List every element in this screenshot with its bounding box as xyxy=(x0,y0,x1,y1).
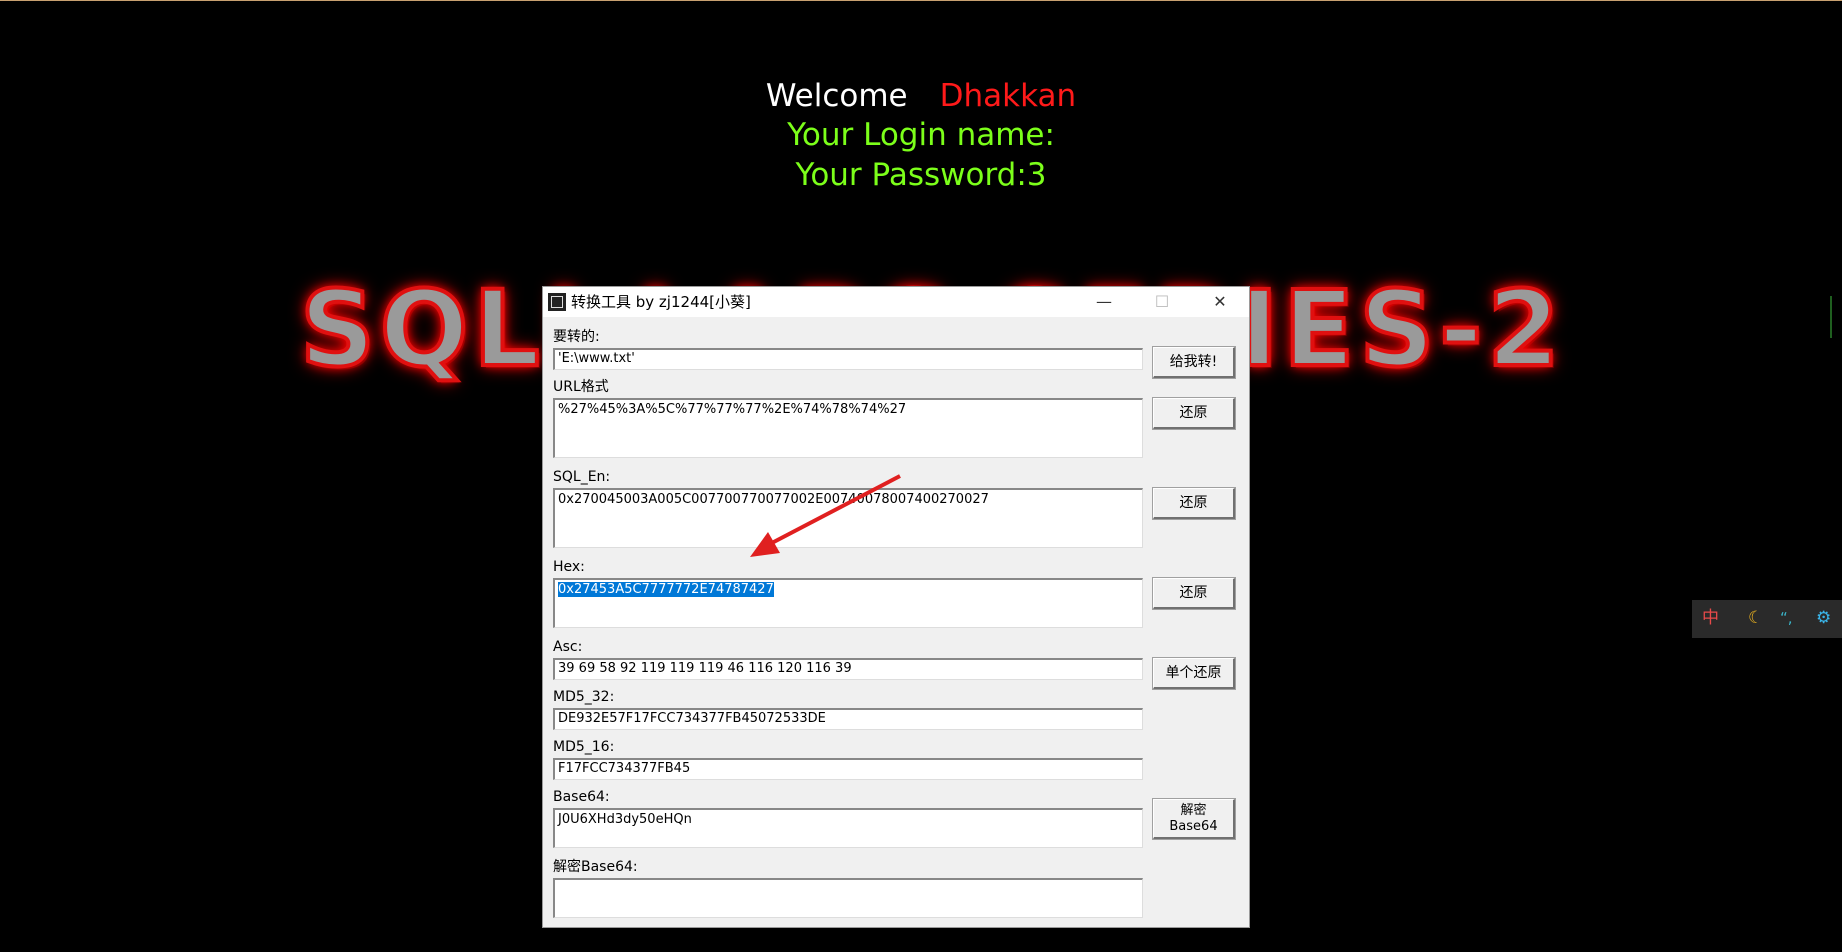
md5-32-label: MD5_32: xyxy=(553,689,615,705)
hex-field[interactable]: 0x27453A5C7777772E74787427 xyxy=(553,578,1143,628)
asc-field[interactable]: 39 69 58 92 119 119 119 46 116 120 116 3… xyxy=(553,658,1143,680)
gear-icon[interactable]: ⚙ xyxy=(1816,607,1831,629)
decoded-base64-field[interactable] xyxy=(553,878,1143,918)
top-border xyxy=(0,0,1842,1)
asc-label: Asc: xyxy=(553,639,583,655)
md5-32-field[interactable]: DE932E57F17FCC734377FB45072533DE xyxy=(553,708,1143,730)
welcome-username: Dhakkan xyxy=(939,78,1077,114)
convert-button[interactable]: 给我转! xyxy=(1152,346,1236,379)
decoded-base64-label: 解密Base64: xyxy=(553,859,638,875)
url-restore-button[interactable]: 还原 xyxy=(1152,397,1236,430)
password-line: Your Password:3 xyxy=(795,157,1047,193)
decode-label-line2: Base64 xyxy=(1169,819,1218,834)
input-field[interactable]: 'E:\www.txt' xyxy=(553,348,1143,370)
minimize-button[interactable]: — xyxy=(1075,287,1133,317)
decode-label-line1: 解密 xyxy=(1180,803,1207,818)
scroll-edge-marker xyxy=(1830,296,1832,338)
md5-16-label: MD5_16: xyxy=(553,739,615,755)
input-label: 要转的: xyxy=(553,329,600,345)
app-icon xyxy=(548,293,566,311)
base64-label: Base64: xyxy=(553,789,610,805)
welcome-line: Welcome Dhakkan xyxy=(0,76,1842,116)
decode-base64-button[interactable]: 解密 Base64 xyxy=(1152,798,1236,840)
conversion-tool-window: 转换工具 by zj1244[小葵] — ☐ ✕ 要转的: 'E:\www.tx… xyxy=(542,286,1250,928)
url-field[interactable]: %27%45%3A%5C%77%77%77%2E%74%78%74%27 xyxy=(553,398,1143,458)
url-label: URL格式 xyxy=(553,379,609,395)
hex-label: Hex: xyxy=(553,559,585,575)
moon-icon[interactable]: ☾ xyxy=(1748,607,1763,629)
window-title: 转换工具 by zj1244[小葵] xyxy=(571,293,751,311)
sqlen-field[interactable]: 0x270045003A005C007700770077002E00740078… xyxy=(553,488,1143,548)
sqlen-label: SQL_En: xyxy=(553,469,611,485)
ime-mode-button[interactable]: 中 xyxy=(1702,607,1719,629)
ime-toolbar: 中 ☾ “, ⚙ xyxy=(1692,600,1842,638)
md5-16-field[interactable]: F17FCC734377FB45 xyxy=(553,758,1143,780)
asc-restore-button[interactable]: 单个还原 xyxy=(1152,657,1236,690)
punctuation-button[interactable]: “, xyxy=(1780,607,1793,629)
hex-restore-button[interactable]: 还原 xyxy=(1152,577,1236,610)
sqlen-restore-button[interactable]: 还原 xyxy=(1152,487,1236,520)
login-name-line: Your Login name: xyxy=(787,117,1055,153)
title-bar[interactable]: 转换工具 by zj1244[小葵] — ☐ ✕ xyxy=(543,287,1249,317)
maximize-button[interactable]: ☐ xyxy=(1133,287,1191,317)
base64-field[interactable]: J0U6XHd3dy50eHQn xyxy=(553,808,1143,848)
close-button[interactable]: ✕ xyxy=(1191,287,1249,317)
hex-selected-text: 0x27453A5C7777772E74787427 xyxy=(558,582,774,597)
welcome-text: Welcome xyxy=(765,78,908,114)
